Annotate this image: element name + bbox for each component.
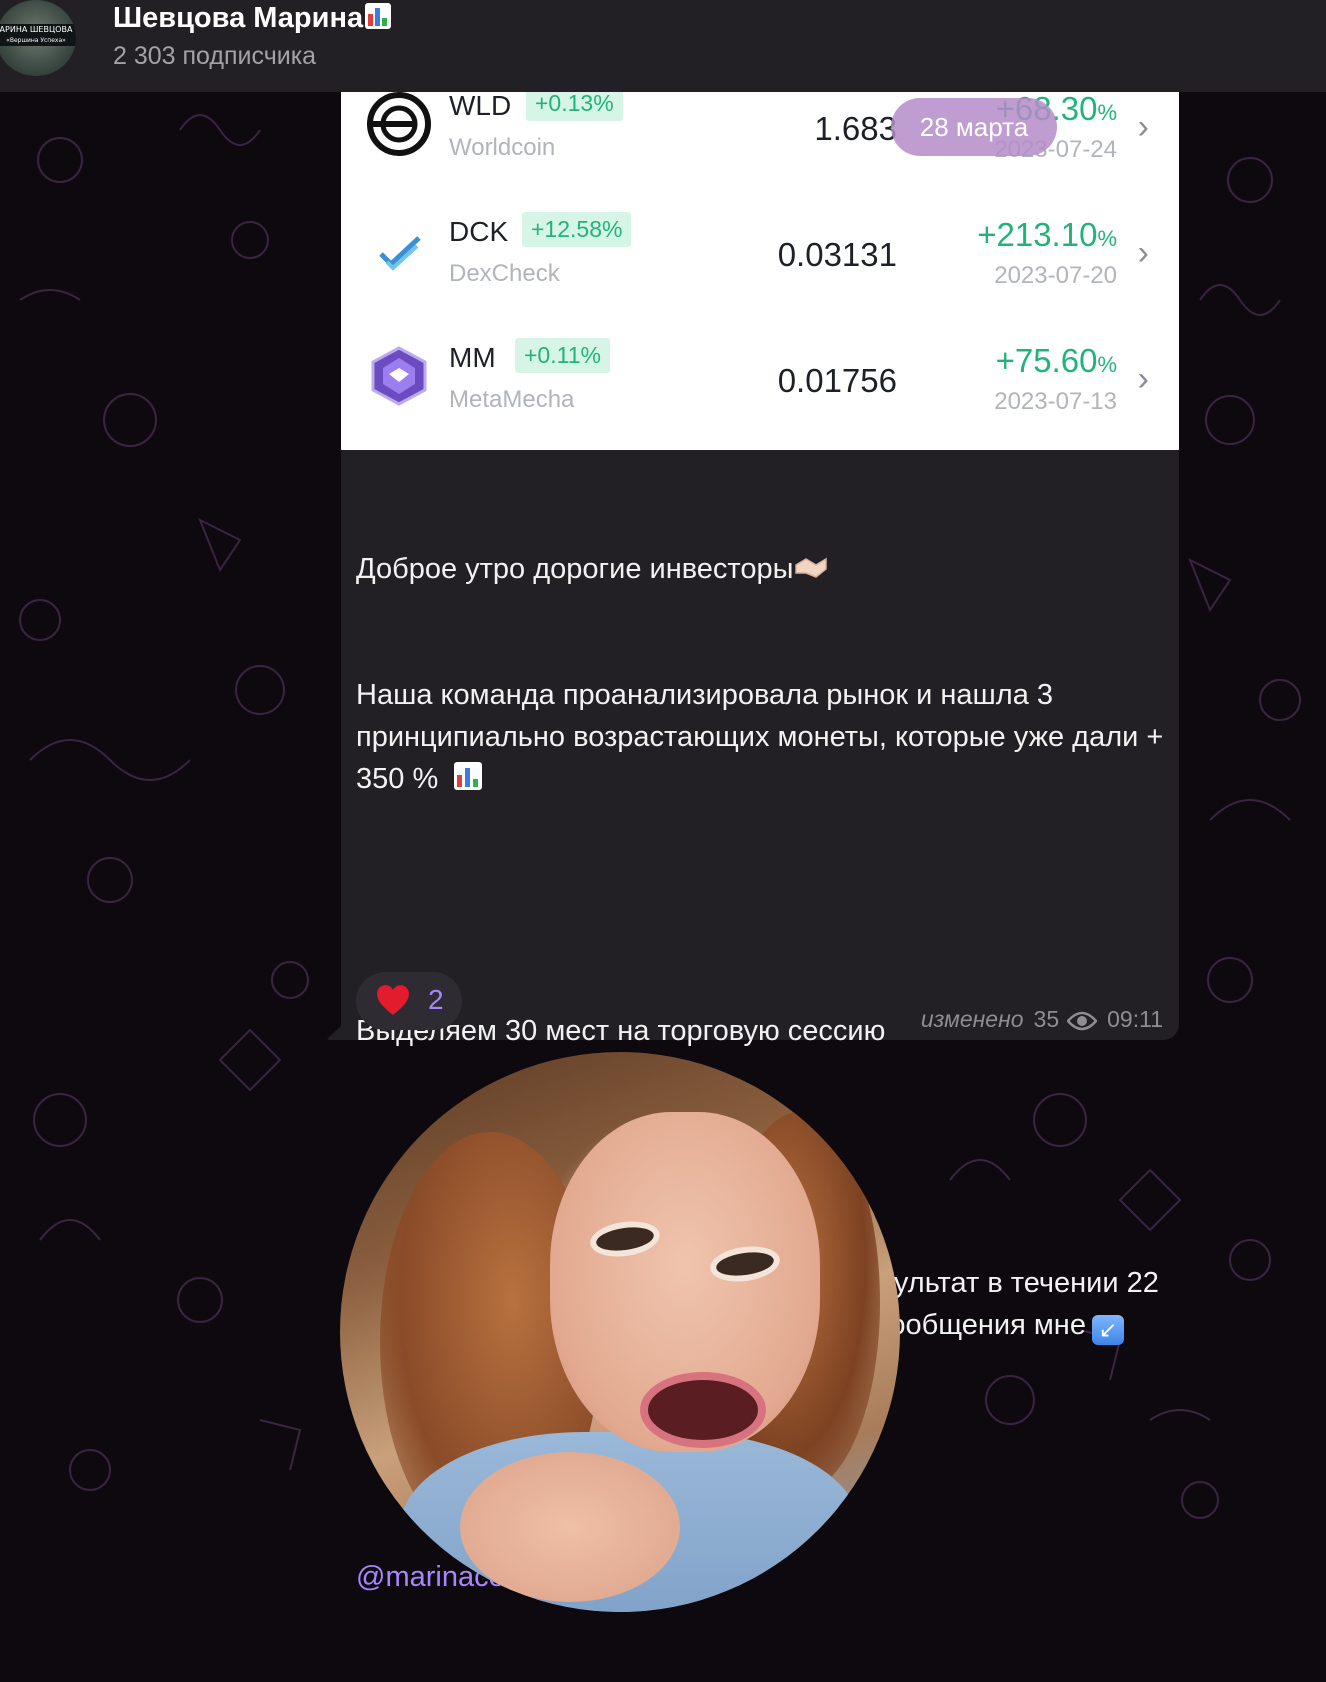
message-bubble[interactable]: WLD +0.13% Worldcoin 1.683 +68.30% 2023-… <box>341 92 1179 1593</box>
message-time: 09:11 <box>1107 1006 1163 1032</box>
coin-gain: +75.60% <box>996 342 1117 380</box>
screenshot-image[interactable]: WLD +0.13% Worldcoin 1.683 +68.30% 2023-… <box>341 92 1179 450</box>
coin-price: 1.683 <box>814 110 897 147</box>
coin-price: 0.03131 <box>777 236 897 273</box>
coin-name: MetaMecha <box>449 386 575 413</box>
coin-ticker: MM <box>449 342 496 373</box>
video-frame-detail <box>460 1452 680 1602</box>
subscriber-count: 2 303 подписчика <box>113 42 317 70</box>
channel-title[interactable]: Шевцова Марина <box>113 2 392 35</box>
avatar-line2: «Вершина Успеха» <box>6 37 66 44</box>
gain-date: 2023-07-13 <box>994 388 1117 415</box>
view-count: 35 <box>1033 1006 1060 1032</box>
reaction-heart-button[interactable]: 2 <box>356 972 462 1030</box>
channel-avatar[interactable]: АРИНА ШЕВЦОВА «Вершина Успеха» <box>0 0 76 76</box>
avatar-banner: АРИНА ШЕВЦОВА «Вершина Успеха» <box>0 24 76 46</box>
gain-unit: % <box>1097 100 1117 125</box>
change-badge: +0.11% <box>515 338 610 373</box>
gain-unit: % <box>1097 352 1117 377</box>
chevron-right-icon: › <box>1137 360 1149 398</box>
date-pill: 28 марта <box>891 98 1057 156</box>
avatar-line1: АРИНА ШЕВЦОВА <box>0 25 73 34</box>
gain-date: 2023-07-20 <box>994 262 1117 289</box>
channel-title-text: Шевцова Марина <box>113 2 364 34</box>
coin-ticker: WLD <box>449 92 512 121</box>
chevron-right-icon: › <box>1137 234 1149 272</box>
coin-price: 0.01756 <box>777 362 897 399</box>
heart-icon <box>377 985 409 1015</box>
bar-chart-emoji-icon <box>365 3 392 29</box>
handshake-emoji-icon <box>794 557 827 578</box>
change-badge: +0.13% <box>526 92 623 121</box>
gain-unit: % <box>1097 226 1117 251</box>
video-frame-detail <box>640 1372 766 1448</box>
metamecha-icon <box>371 346 427 406</box>
chevron-right-icon: › <box>1137 108 1149 146</box>
chat-header: АРИНА ШЕВЦОВА «Вершина Успеха» Шевцова М… <box>0 0 1326 92</box>
change-badge: +12.58% <box>522 212 632 247</box>
bar-chart-emoji-icon <box>454 762 483 790</box>
coin-ticker: DCK <box>449 216 509 247</box>
coin-row-mm[interactable]: MM +0.11% MetaMecha 0.01756 +75.60% 2023… <box>341 314 1179 440</box>
worldcoin-icon <box>367 92 431 156</box>
coin-row-dck[interactable]: DCK +12.58% DexCheck 0.03131 +213.10% 20… <box>341 188 1179 314</box>
round-video-message[interactable] <box>340 1052 900 1612</box>
message-meta: изменено 35 09:11 <box>921 1006 1163 1033</box>
gain-value: +75.60 <box>995 342 1098 379</box>
message-line-greeting: Доброе утро дорогие инвесторы <box>356 553 794 585</box>
coin-gain: +213.10% <box>977 216 1117 254</box>
reaction-count: 2 <box>428 984 444 1015</box>
dexcheck-icon <box>379 236 421 271</box>
arrow-down-left-emoji-icon: ↙ <box>1091 1315 1124 1345</box>
eye-icon <box>1067 1011 1098 1031</box>
coin-name: DexCheck <box>449 260 560 287</box>
gain-value: +213.10 <box>977 216 1098 253</box>
edited-label: изменено <box>920 1006 1024 1032</box>
coin-name: Worldcoin <box>449 134 556 161</box>
